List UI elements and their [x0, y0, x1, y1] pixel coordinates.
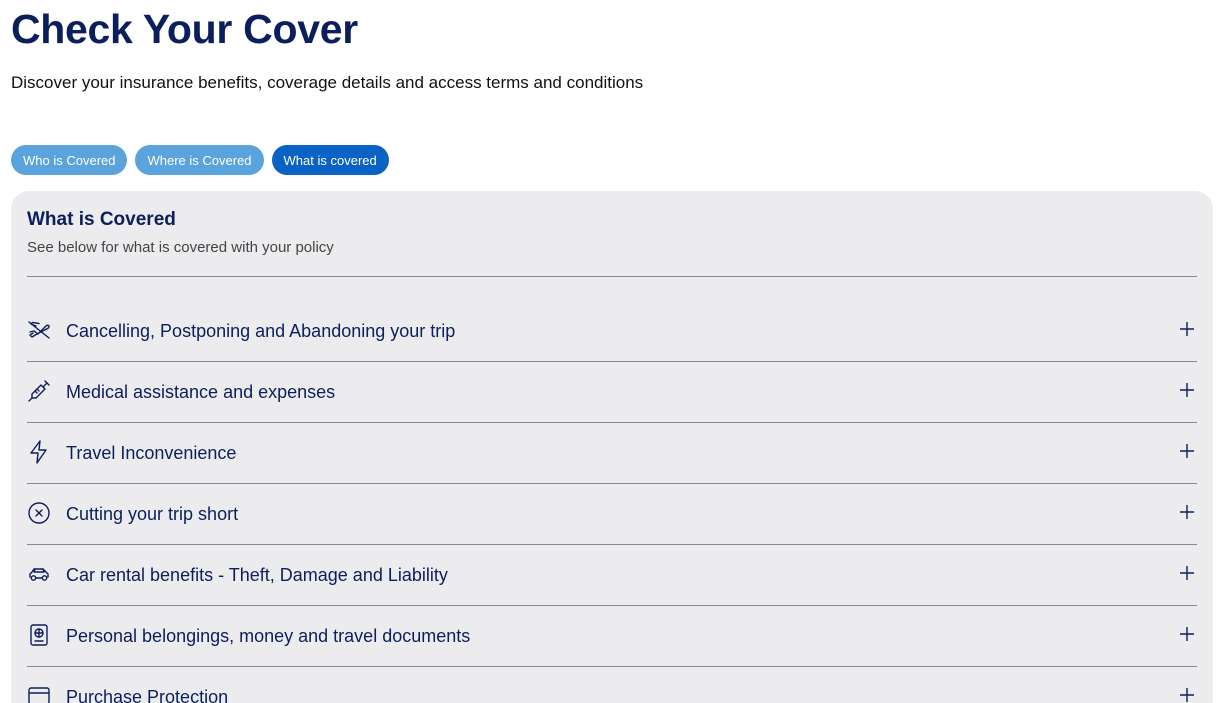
circle-x-icon — [27, 501, 51, 525]
panel-title: What is Covered — [27, 209, 176, 230]
car-icon — [27, 562, 51, 586]
plane-cancel-icon — [27, 318, 51, 342]
accordion-label: Car rental benefits - Theft, Damage and … — [66, 565, 448, 585]
passport-icon — [27, 623, 51, 647]
lightning-icon — [27, 440, 51, 464]
accordion-label: Personal belongings, money and travel do… — [66, 626, 471, 646]
tab-where-is-covered[interactable]: Where is Covered — [135, 145, 264, 175]
accordion-item-cutting-trip-short[interactable]: Cutting your trip short — [27, 484, 1197, 545]
coverage-accordion: Cancelling, Postponing and Abandoning yo… — [27, 301, 1197, 703]
accordion-item-medical[interactable]: Medical assistance and expenses — [27, 362, 1197, 423]
what-is-covered-panel: What is Covered See below for what is co… — [11, 191, 1213, 703]
tab-what-is-covered[interactable]: What is covered — [271, 145, 389, 175]
check-cover-page: Check Your Cover Discover your insurance… — [0, 0, 1227, 703]
accordion-label: Cancelling, Postponing and Abandoning yo… — [66, 321, 456, 341]
accordion-item-personal-belongings[interactable]: Personal belongings, money and travel do… — [27, 606, 1197, 667]
syringe-icon — [27, 379, 51, 403]
accordion-label: Travel Inconvenience — [66, 443, 237, 463]
plus-icon[interactable] — [1179, 687, 1195, 703]
coverage-tabs: Who is Covered Where is Covered What is … — [11, 145, 389, 175]
accordion-item-car-rental[interactable]: Car rental benefits - Theft, Damage and … — [27, 545, 1197, 606]
accordion-item-cancelling[interactable]: Cancelling, Postponing and Abandoning yo… — [27, 301, 1197, 362]
accordion-item-purchase-protection[interactable]: Purchase Protection — [27, 667, 1197, 703]
panel-description: See below for what is covered with your … — [27, 239, 334, 256]
card-icon — [27, 684, 51, 703]
plus-icon[interactable] — [1179, 504, 1195, 520]
accordion-label: Medical assistance and expenses — [66, 382, 336, 402]
plus-icon[interactable] — [1179, 565, 1195, 581]
page-subtitle: Discover your insurance benefits, covera… — [11, 73, 644, 92]
plus-icon[interactable] — [1179, 626, 1195, 642]
accordion-label: Purchase Protection — [66, 687, 229, 703]
plus-icon[interactable] — [1179, 443, 1195, 459]
plus-icon[interactable] — [1179, 321, 1195, 337]
accordion-item-travel-inconvenience[interactable]: Travel Inconvenience — [27, 423, 1197, 484]
plus-icon[interactable] — [1179, 382, 1195, 398]
tab-who-is-covered[interactable]: Who is Covered — [11, 145, 128, 175]
accordion-label: Cutting your trip short — [66, 504, 239, 524]
page-title: Check Your Cover — [11, 6, 358, 52]
panel-divider — [27, 276, 1197, 277]
